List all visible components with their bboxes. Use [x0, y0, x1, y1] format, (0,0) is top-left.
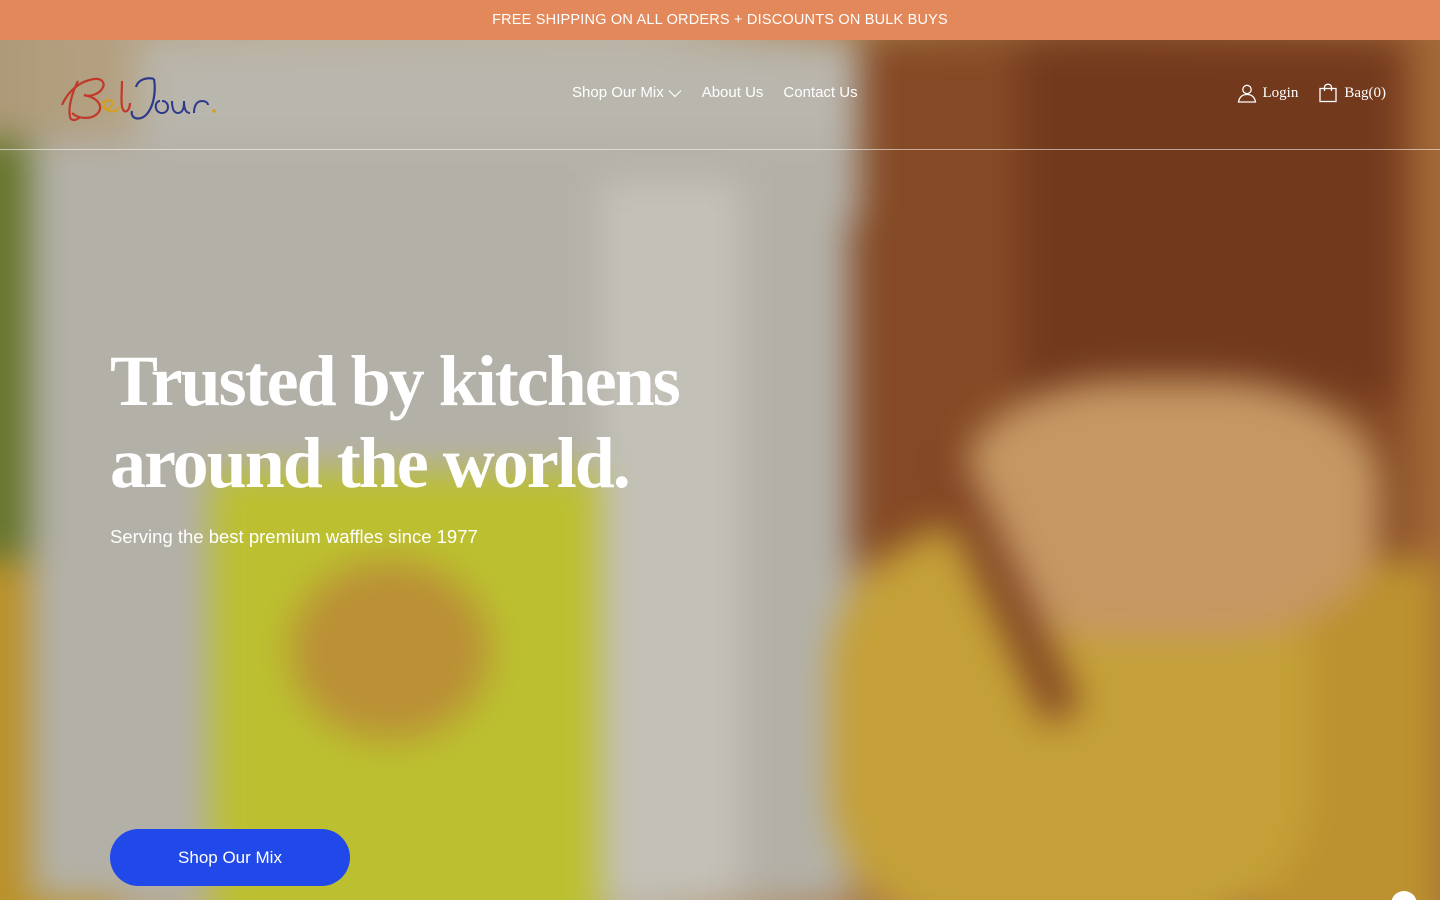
user-icon — [1237, 84, 1256, 103]
nav-about-us-label: About Us — [701, 84, 764, 101]
shop-our-mix-button[interactable]: Shop Our Mix — [110, 829, 350, 886]
nav-shop-our-mix[interactable]: Shop Our Mix — [572, 84, 682, 101]
bag-link[interactable]: Bag(0) — [1318, 83, 1386, 103]
login-link[interactable]: Login — [1237, 83, 1299, 103]
main-navigation: Shop Our Mix About Us Contact Us — [572, 84, 858, 101]
logo-icon — [60, 77, 216, 122]
hero-subtitle: Serving the best premium waffles since 1… — [110, 526, 478, 547]
bag-label: Bag(0) — [1344, 84, 1386, 101]
nav-contact-us[interactable]: Contact Us — [783, 84, 857, 101]
announcement-text: FREE SHIPPING ON ALL ORDERS + DISCOUNTS … — [492, 12, 948, 28]
nav-shop-our-mix-label: Shop Our Mix — [572, 84, 664, 101]
site-header: Shop Our Mix About Us Contact Us Login B… — [0, 40, 1440, 150]
nav-about-us[interactable]: About Us — [702, 84, 764, 101]
shopping-bag-icon — [1319, 83, 1337, 103]
chat-widget-button[interactable] — [1391, 891, 1417, 917]
hero-title-line-1: Trusted by kitchens — [110, 341, 681, 421]
nav-contact-us-label: Contact Us — [783, 84, 858, 101]
hero-title-line-2: around the world. — [110, 423, 631, 503]
announcement-bar: FREE SHIPPING ON ALL ORDERS + DISCOUNTS … — [0, 0, 1440, 40]
brand-logo[interactable] — [58, 73, 220, 123]
hero-title: Trusted by kitchens around the world. — [110, 340, 810, 504]
account-actions: Login Bag(0) — [1237, 83, 1386, 103]
login-label: Login — [1262, 84, 1299, 101]
chevron-down-icon — [668, 90, 682, 98]
